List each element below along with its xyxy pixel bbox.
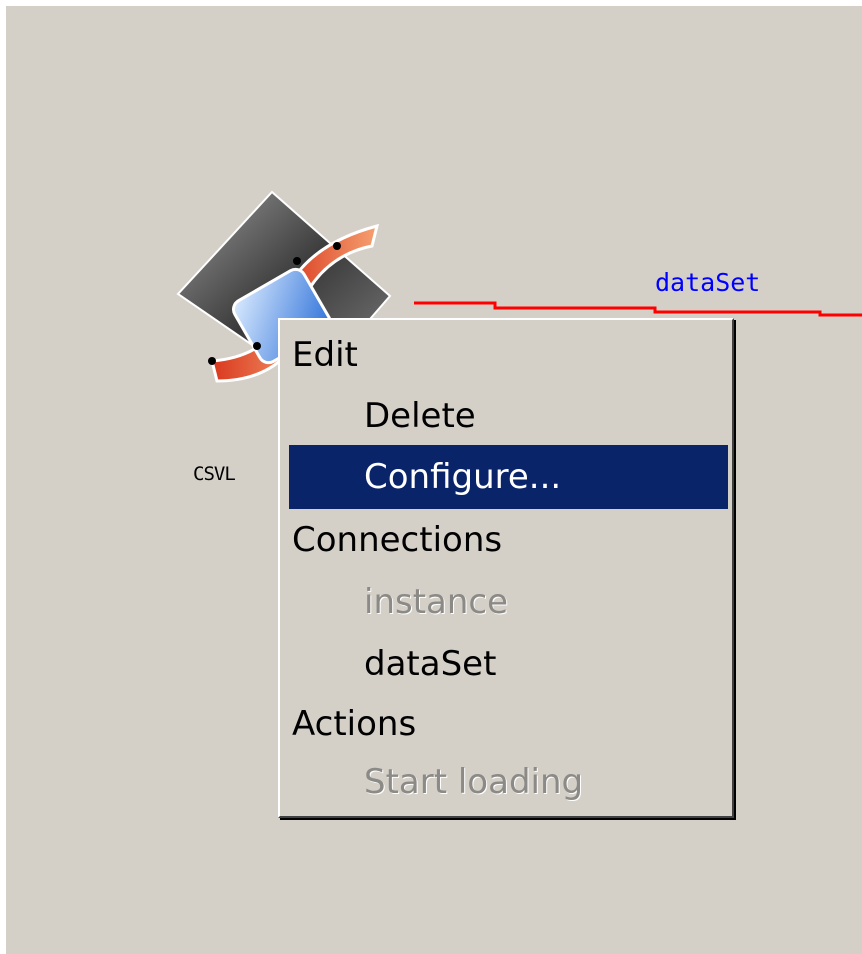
context-menu: Edit Delete Configure... Connections ins… — [278, 318, 734, 818]
menu-header-actions: Actions — [292, 704, 417, 744]
menu-item-dataset[interactable]: dataSet — [289, 632, 728, 696]
connection-label: dataSet — [655, 268, 761, 297]
menu-item-delete[interactable]: Delete — [289, 384, 728, 448]
component-label: CSVL — [193, 463, 236, 485]
menu-item-instance: instance — [364, 582, 509, 622]
menu-header-edit: Edit — [292, 335, 358, 375]
menu-header-connections: Connections — [292, 520, 503, 560]
menu-item-start-loading: Start loading — [364, 762, 584, 802]
menu-item-configure[interactable]: Configure... — [289, 445, 728, 509]
